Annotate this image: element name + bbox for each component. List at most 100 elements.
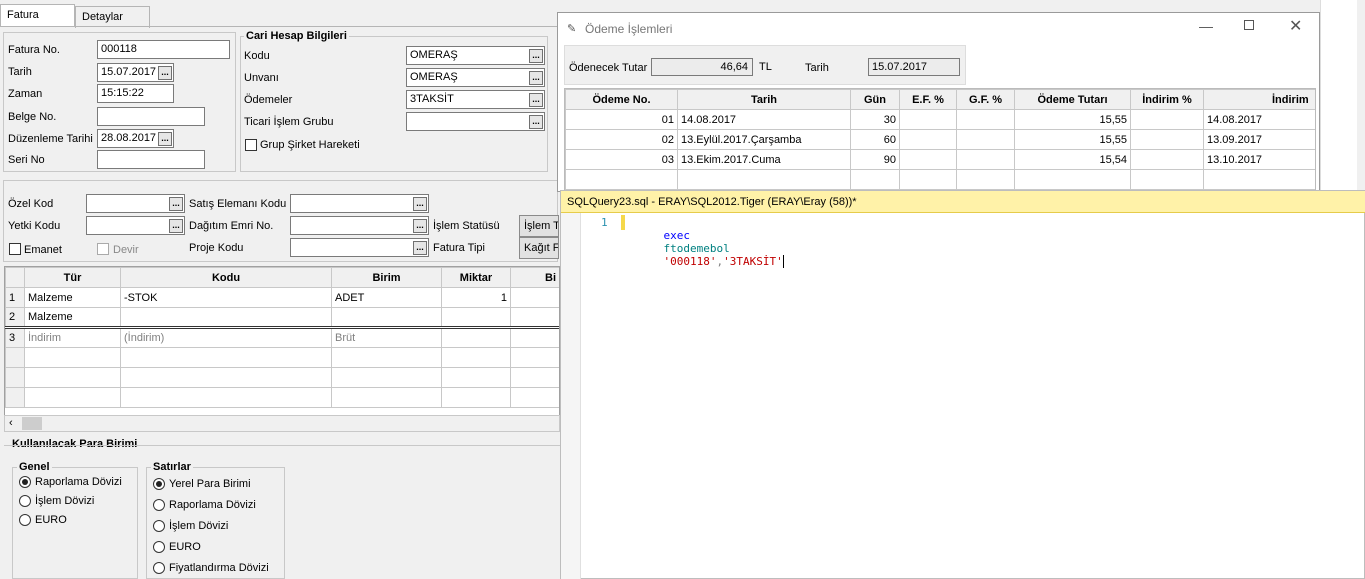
cell-bi[interactable] xyxy=(510,307,559,328)
duzenleme-picker-button[interactable]: ... xyxy=(158,132,172,146)
cell-miktar[interactable] xyxy=(441,307,511,328)
sql-editor-tab[interactable]: SQLQuery23.sql - ERAY\SQL2012.Tiger (ERA… xyxy=(561,191,1365,213)
kodu-lookup-button[interactable]: ... xyxy=(529,49,543,63)
lines-header-miktar[interactable]: Miktar xyxy=(441,267,511,288)
cell-tutar[interactable]: 15,55 xyxy=(1014,109,1131,130)
lines-horizontal-scrollbar[interactable]: ‹ xyxy=(4,415,560,432)
cell-ef[interactable] xyxy=(899,129,957,150)
cell-kodu[interactable]: -STOK xyxy=(120,287,332,308)
maximize-icon[interactable] xyxy=(1244,20,1254,30)
emanet-checkbox[interactable] xyxy=(9,243,21,255)
payment-header-tutar[interactable]: Ödeme Tutarı xyxy=(1014,89,1131,110)
scroll-thumb[interactable] xyxy=(22,417,42,430)
scroll-left-icon[interactable]: ‹ xyxy=(9,417,13,429)
cell-gun[interactable]: 90 xyxy=(850,149,900,170)
proje-button[interactable]: ... xyxy=(413,241,427,255)
cell-kodu[interactable] xyxy=(120,307,332,328)
cell-gf[interactable] xyxy=(956,149,1015,170)
ticari-field[interactable] xyxy=(406,112,545,131)
cell-tarih[interactable]: 13.Ekim.2017.Cuma xyxy=(677,149,851,170)
cell-indirim[interactable]: 13.10.2017 xyxy=(1203,149,1315,170)
payment-header-gf[interactable]: G.F. % xyxy=(956,89,1015,110)
payment-header-ef[interactable]: E.F. % xyxy=(899,89,957,110)
table-row[interactable]: 02 13.Eylül.2017.Çarşamba 60 15,55 13.09… xyxy=(565,129,1315,150)
lines-header-bi[interactable]: Bi xyxy=(510,267,559,288)
kodu-field[interactable]: OMERAŞ xyxy=(406,46,545,65)
genel-option-islem-radio[interactable] xyxy=(19,495,31,507)
fatura-tipi-button[interactable]: Kağıt F xyxy=(519,237,559,259)
lines-header-tur[interactable]: Tür xyxy=(24,267,121,288)
cell-bi[interactable] xyxy=(510,287,559,308)
cell-ef[interactable] xyxy=(899,149,957,170)
tab-fatura[interactable]: Fatura xyxy=(0,4,75,26)
table-row[interactable]: 03 13.Ekim.2017.Cuma 90 15,54 13.10.2017 xyxy=(565,149,1315,170)
cell-indirim[interactable]: 13.09.2017 xyxy=(1203,129,1315,150)
payment-header-tarih[interactable]: Tarih xyxy=(677,89,851,110)
sql-code-line[interactable]: exec ftodemebol '000118','3TAKSİT'​ xyxy=(637,216,784,281)
cell-indirim[interactable]: 14.08.2017 xyxy=(1203,109,1315,130)
satirlar-option-yerel-radio[interactable] xyxy=(153,478,165,490)
unvani-field[interactable]: OMERAŞ xyxy=(406,68,545,87)
satis-button[interactable]: ... xyxy=(413,197,427,211)
cell-gf[interactable] xyxy=(956,109,1015,130)
seri-no-field[interactable] xyxy=(97,150,205,169)
ozel-kod-button[interactable]: ... xyxy=(169,197,183,211)
cell-tur[interactable]: Malzeme xyxy=(24,307,121,328)
genel-option-euro-radio[interactable] xyxy=(19,514,31,526)
belge-no-field[interactable] xyxy=(97,107,205,126)
right-scrollbar[interactable] xyxy=(1357,0,1365,190)
cell-indirim-pct[interactable] xyxy=(1130,109,1204,130)
table-row[interactable]: 3 İndirim (İndirim) Brüt xyxy=(5,327,559,348)
close-icon[interactable]: ✕ xyxy=(1289,16,1302,36)
cell-tur[interactable]: Malzeme xyxy=(24,287,121,308)
odemeler-field[interactable]: 3TAKSİT xyxy=(406,90,545,109)
table-row[interactable]: 01 14.08.2017 30 15,55 14.08.2017 xyxy=(565,109,1315,130)
cell-miktar[interactable]: 1 xyxy=(441,287,511,308)
cell-tarih[interactable]: 14.08.2017 xyxy=(677,109,851,130)
cell-kodu[interactable]: (İndirim) xyxy=(120,327,332,348)
devir-checkbox[interactable] xyxy=(97,243,109,255)
cell-miktar[interactable] xyxy=(441,327,511,348)
dagitim-field[interactable] xyxy=(290,216,429,235)
yetki-kodu-button[interactable]: ... xyxy=(169,219,183,233)
dagitim-button[interactable]: ... xyxy=(413,219,427,233)
grup-sirket-checkbox[interactable] xyxy=(245,139,257,151)
table-row[interactable] xyxy=(565,169,1315,190)
cell-birim[interactable]: ADET xyxy=(331,287,442,308)
cell-tutar[interactable]: 15,55 xyxy=(1014,129,1131,150)
cell-gf[interactable] xyxy=(956,129,1015,150)
satis-field[interactable] xyxy=(290,194,429,213)
satirlar-option-islem-radio[interactable] xyxy=(153,520,165,532)
cell-gun[interactable]: 30 xyxy=(850,109,900,130)
genel-option-raporlama-radio[interactable] xyxy=(19,476,31,488)
cell-no[interactable]: 03 xyxy=(565,149,678,170)
satirlar-option-euro-radio[interactable] xyxy=(153,541,165,553)
cell-bi[interactable] xyxy=(510,327,559,348)
lines-header-kodu[interactable]: Kodu xyxy=(120,267,332,288)
payment-header-gun[interactable]: Gün xyxy=(850,89,900,110)
table-row[interactable] xyxy=(5,367,559,388)
table-row[interactable] xyxy=(5,347,559,368)
payment-header-indirim-pct[interactable]: İndirim % xyxy=(1130,89,1204,110)
lines-header-birim[interactable]: Birim xyxy=(331,267,442,288)
unvani-lookup-button[interactable]: ... xyxy=(529,71,543,85)
cell-tarih[interactable]: 13.Eylül.2017.Çarşamba xyxy=(677,129,851,150)
table-row[interactable]: 2 Malzeme xyxy=(5,307,559,328)
tarih-picker-button[interactable]: ... xyxy=(158,66,172,80)
cell-no[interactable]: 02 xyxy=(565,129,678,150)
payment-header-no[interactable]: Ödeme No. xyxy=(565,89,678,110)
proje-field[interactable] xyxy=(290,238,429,257)
fatura-no-field[interactable]: 000118 xyxy=(97,40,230,59)
zaman-field[interactable]: 15:15:22 xyxy=(97,84,174,103)
cell-birim[interactable]: Brüt xyxy=(331,327,442,348)
table-row[interactable]: 1 Malzeme -STOK ADET 1 xyxy=(5,287,559,308)
cell-tutar[interactable]: 15,54 xyxy=(1014,149,1131,170)
cell-no[interactable]: 01 xyxy=(565,109,678,130)
cell-tur[interactable]: İndirim xyxy=(24,327,121,348)
cell-birim[interactable] xyxy=(331,307,442,328)
table-row[interactable] xyxy=(5,387,559,408)
ticari-lookup-button[interactable]: ... xyxy=(529,115,543,129)
islem-statusu-button[interactable]: İşlem T xyxy=(519,215,559,237)
cell-indirim-pct[interactable] xyxy=(1130,129,1204,150)
satirlar-option-raporlama-radio[interactable] xyxy=(153,499,165,511)
